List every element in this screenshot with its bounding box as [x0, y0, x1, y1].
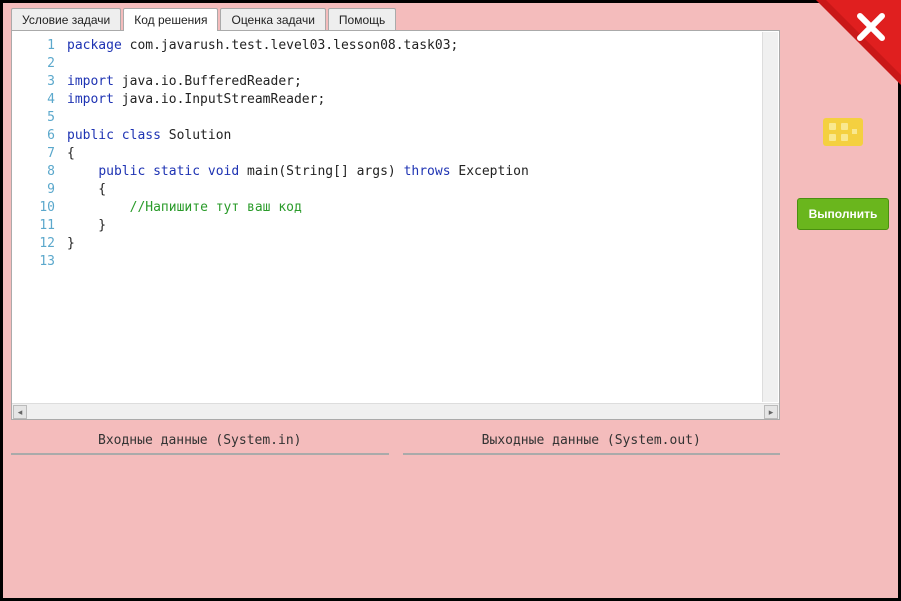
line-number: 12 — [12, 235, 55, 253]
line-number: 3 — [12, 73, 55, 91]
main-column: Условие задачи Код решения Оценка задачи… — [3, 3, 788, 598]
code-line[interactable]: } — [67, 235, 759, 253]
code-line[interactable]: public static void main(String[] args) t… — [67, 163, 759, 181]
line-number: 6 — [12, 127, 55, 145]
tab-solution-code[interactable]: Код решения — [123, 8, 218, 31]
code-line[interactable] — [67, 55, 759, 73]
scroll-right-icon[interactable]: ▸ — [764, 405, 778, 419]
horizontal-scrollbar[interactable]: ◂ ▸ — [12, 403, 779, 419]
editor-body: 12345678910111213 package com.javarush.t… — [12, 31, 779, 403]
line-number: 11 — [12, 217, 55, 235]
output-label: Выходные данные (System.out) — [403, 430, 781, 453]
line-number: 13 — [12, 253, 55, 271]
input-panel: Входные данные (System.in) — [11, 430, 389, 455]
input-textarea[interactable] — [11, 453, 389, 455]
output-textarea[interactable] — [403, 453, 781, 455]
tab-bar: Условие задачи Код решения Оценка задачи… — [11, 8, 780, 31]
code-line[interactable]: } — [67, 217, 759, 235]
line-number: 8 — [12, 163, 55, 181]
code-line[interactable] — [67, 109, 759, 127]
code-line[interactable]: public class Solution — [67, 127, 759, 145]
tab-task-description[interactable]: Условие задачи — [11, 8, 121, 31]
line-number: 5 — [12, 109, 55, 127]
scroll-left-icon[interactable]: ◂ — [13, 405, 27, 419]
code-line[interactable]: package com.javarush.test.level03.lesson… — [67, 37, 759, 55]
side-column: Выполнить — [788, 3, 898, 598]
line-number: 10 — [12, 199, 55, 217]
dice-icon[interactable] — [823, 118, 863, 146]
run-button[interactable]: Выполнить — [797, 198, 889, 230]
code-line[interactable]: //Напишите тут ваш код — [67, 199, 759, 217]
tab-task-rating[interactable]: Оценка задачи — [220, 8, 325, 31]
vertical-scrollbar[interactable] — [762, 32, 778, 402]
app-window: Условие задачи Код решения Оценка задачи… — [3, 3, 898, 598]
close-icon[interactable] — [816, 0, 901, 85]
code-line[interactable]: import java.io.InputStreamReader; — [67, 91, 759, 109]
line-number: 7 — [12, 145, 55, 163]
code-line[interactable]: import java.io.BufferedReader; — [67, 73, 759, 91]
code-line[interactable]: { — [67, 145, 759, 163]
tab-help[interactable]: Помощь — [328, 8, 396, 31]
code-line[interactable] — [67, 253, 759, 271]
line-gutter: 12345678910111213 — [12, 37, 67, 397]
line-number: 2 — [12, 55, 55, 73]
code-editor[interactable]: 12345678910111213 package com.javarush.t… — [11, 30, 780, 420]
corner-ribbon — [816, 0, 901, 85]
code-line[interactable]: { — [67, 181, 759, 199]
output-panel: Выходные данные (System.out) — [403, 430, 781, 455]
line-number: 1 — [12, 37, 55, 55]
io-row: Входные данные (System.in) Выходные данн… — [11, 430, 780, 455]
input-label: Входные данные (System.in) — [11, 430, 389, 453]
code-area[interactable]: package com.javarush.test.level03.lesson… — [67, 37, 779, 397]
line-number: 4 — [12, 91, 55, 109]
line-number: 9 — [12, 181, 55, 199]
